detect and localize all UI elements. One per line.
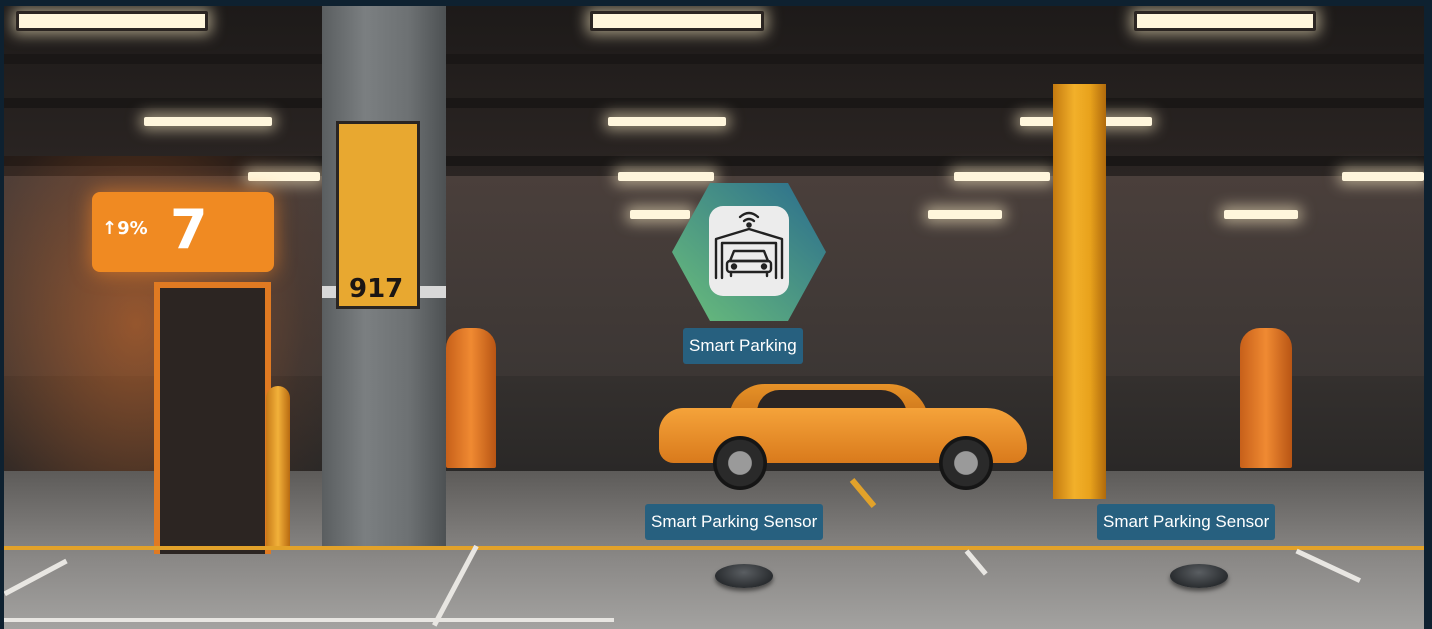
ceiling-light [144,117,272,126]
orange-car [659,378,1027,490]
smart-parking-sensor-label[interactable]: Smart Parking Sensor [645,504,824,540]
ceiling-light [1134,11,1316,31]
ceiling-light [16,11,208,31]
hexagon-badge [672,183,826,321]
ceiling-light [1224,210,1298,219]
sign-big-text: 7 [170,198,208,261]
ceiling-light [618,172,714,181]
parking-sensor-device [1170,564,1228,588]
sign-small-text: ↑9% [102,218,148,239]
smart-parking-hotspot[interactable] [672,183,826,321]
floor-yellow-line [4,546,1424,550]
smart-parking-label[interactable]: Smart Parking [683,328,803,364]
orange-sign: ↑9% 7 [92,192,274,272]
bollard [266,386,290,548]
ceiling-light [1342,172,1424,181]
ev-charger [446,328,496,468]
ceiling-light [608,117,726,126]
yellow-pillar [1053,84,1106,499]
ceiling-light [590,11,764,31]
pay-panel: 917 [336,121,420,309]
ceiling-light [954,172,1050,181]
ceiling-beam [4,54,1424,64]
parking-sensor-device [715,564,773,588]
ceiling-light [248,172,320,181]
pay-panel-number: 917 [349,274,404,304]
ceiling-beam [4,98,1424,108]
garage-ceiling [4,6,1424,176]
ev-charger [1240,328,1292,468]
parking-stripe [4,618,614,622]
payment-kiosk [154,282,271,554]
smart-parking-sensor-label[interactable]: Smart Parking Sensor [1097,504,1276,540]
ceiling-light [928,210,1002,219]
